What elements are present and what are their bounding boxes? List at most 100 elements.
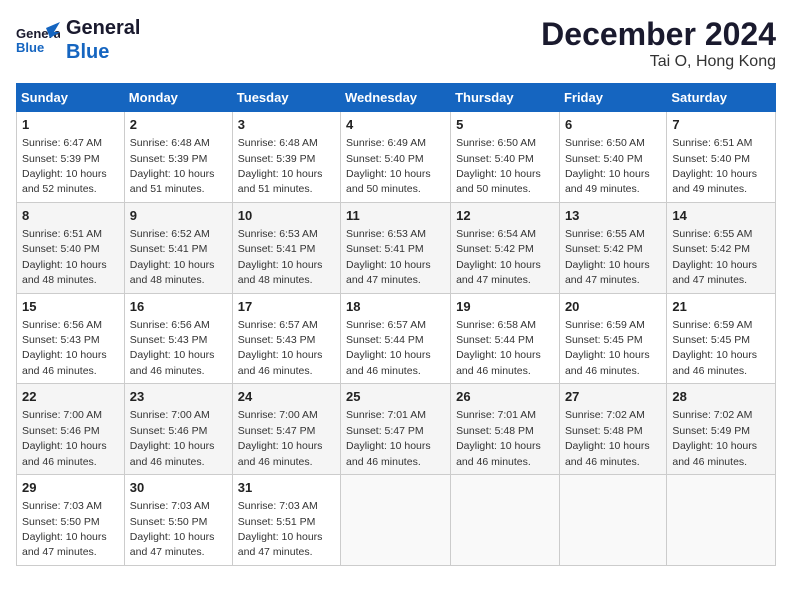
calendar-cell: [559, 475, 666, 566]
day-info: Sunrise: 6:54 AMSunset: 5:42 PMDaylight:…: [456, 228, 541, 286]
day-info: Sunrise: 6:52 AMSunset: 5:41 PMDaylight:…: [130, 228, 215, 286]
day-info: Sunrise: 7:01 AMSunset: 5:47 PMDaylight:…: [346, 409, 431, 467]
day-info: Sunrise: 6:55 AMSunset: 5:42 PMDaylight:…: [672, 228, 757, 286]
calendar-cell: 7 Sunrise: 6:51 AMSunset: 5:40 PMDaylight…: [667, 112, 776, 203]
day-number: 17: [238, 298, 335, 316]
day-number: 15: [22, 298, 119, 316]
day-number: 18: [346, 298, 445, 316]
day-info: Sunrise: 6:50 AMSunset: 5:40 PMDaylight:…: [456, 137, 541, 195]
day-info: Sunrise: 7:00 AMSunset: 5:47 PMDaylight:…: [238, 409, 323, 467]
calendar-table: SundayMondayTuesdayWednesdayThursdayFrid…: [16, 83, 776, 566]
calendar-cell: 18 Sunrise: 6:57 AMSunset: 5:44 PMDayligh…: [341, 293, 451, 384]
calendar-cell: 21Sunrise: 6:59 AMSunset: 5:45 PMDayligh…: [667, 293, 776, 384]
day-number: 27: [565, 388, 661, 406]
day-number: 21: [672, 298, 770, 316]
day-info: Sunrise: 6:59 AMSunset: 5:45 PMDaylight:…: [565, 319, 650, 377]
day-number: 1: [22, 116, 119, 134]
calendar-cell: 12 Sunrise: 6:54 AMSunset: 5:42 PMDayligh…: [451, 202, 560, 293]
calendar-cell: 30 Sunrise: 7:03 AMSunset: 5:50 PMDayligh…: [124, 475, 232, 566]
day-number: 16: [130, 298, 227, 316]
calendar-cell: 15Sunrise: 6:56 AMSunset: 5:43 PMDayligh…: [17, 293, 125, 384]
calendar-week-row: 8 Sunrise: 6:51 AMSunset: 5:40 PMDaylight…: [17, 202, 776, 293]
weekday-header-wednesday: Wednesday: [341, 84, 451, 112]
calendar-week-row: 29 Sunrise: 7:03 AMSunset: 5:50 PMDayligh…: [17, 475, 776, 566]
weekday-header-friday: Friday: [559, 84, 666, 112]
weekday-header-thursday: Thursday: [451, 84, 560, 112]
day-number: 2: [130, 116, 227, 134]
weekday-header-saturday: Saturday: [667, 84, 776, 112]
logo: General Blue General Blue: [16, 16, 140, 64]
calendar-cell: 11 Sunrise: 6:53 AMSunset: 5:41 PMDayligh…: [341, 202, 451, 293]
day-number: 11: [346, 207, 445, 225]
calendar-cell: 17 Sunrise: 6:57 AMSunset: 5:43 PMDayligh…: [232, 293, 340, 384]
location-subtitle: Tai O, Hong Kong: [541, 53, 776, 71]
logo-icon: General Blue: [16, 18, 60, 62]
calendar-cell: 6Sunrise: 6:50 AMSunset: 5:40 PMDaylight…: [559, 112, 666, 203]
calendar-cell: 4Sunrise: 6:49 AMSunset: 5:40 PMDaylight…: [341, 112, 451, 203]
calendar-cell: [341, 475, 451, 566]
day-info: Sunrise: 6:56 AMSunset: 5:43 PMDaylight:…: [130, 319, 215, 377]
day-info: Sunrise: 7:02 AMSunset: 5:48 PMDaylight:…: [565, 409, 650, 467]
calendar-cell: 8 Sunrise: 6:51 AMSunset: 5:40 PMDaylight…: [17, 202, 125, 293]
calendar-cell: 25 Sunrise: 7:01 AMSunset: 5:47 PMDayligh…: [341, 384, 451, 475]
day-number: 5: [456, 116, 554, 134]
day-number: 19: [456, 298, 554, 316]
weekday-header-tuesday: Tuesday: [232, 84, 340, 112]
day-number: 29: [22, 479, 119, 497]
calendar-cell: 24 Sunrise: 7:00 AMSunset: 5:47 PMDayligh…: [232, 384, 340, 475]
day-number: 6: [565, 116, 661, 134]
calendar-cell: [667, 475, 776, 566]
day-number: 3: [238, 116, 335, 134]
day-info: Sunrise: 7:02 AMSunset: 5:49 PMDaylight:…: [672, 409, 757, 467]
calendar-cell: [451, 475, 560, 566]
day-number: 10: [238, 207, 335, 225]
title-block: December 2024 Tai O, Hong Kong: [541, 16, 776, 71]
logo-text-general: General: [66, 16, 140, 40]
day-number: 12: [456, 207, 554, 225]
calendar-week-row: 22 Sunrise: 7:00 AMSunset: 5:46 PMDayligh…: [17, 384, 776, 475]
calendar-week-row: 1 Sunrise: 6:47 AMSunset: 5:39 PMDaylight…: [17, 112, 776, 203]
day-number: 9: [130, 207, 227, 225]
day-info: Sunrise: 6:51 AMSunset: 5:40 PMDaylight:…: [672, 137, 757, 195]
day-number: 25: [346, 388, 445, 406]
day-number: 22: [22, 388, 119, 406]
calendar-cell: 19 Sunrise: 6:58 AMSunset: 5:44 PMDayligh…: [451, 293, 560, 384]
calendar-cell: 14 Sunrise: 6:55 AMSunset: 5:42 PMDayligh…: [667, 202, 776, 293]
day-info: Sunrise: 6:55 AMSunset: 5:42 PMDaylight:…: [565, 228, 650, 286]
svg-text:Blue: Blue: [16, 40, 44, 55]
month-year-title: December 2024: [541, 16, 776, 53]
calendar-cell: 29 Sunrise: 7:03 AMSunset: 5:50 PMDayligh…: [17, 475, 125, 566]
day-number: 26: [456, 388, 554, 406]
day-number: 30: [130, 479, 227, 497]
day-number: 8: [22, 207, 119, 225]
day-info: Sunrise: 6:53 AMSunset: 5:41 PMDaylight:…: [346, 228, 431, 286]
calendar-header-row: SundayMondayTuesdayWednesdayThursdayFrid…: [17, 84, 776, 112]
day-info: Sunrise: 6:51 AMSunset: 5:40 PMDaylight:…: [22, 228, 107, 286]
calendar-cell: 5 Sunrise: 6:50 AMSunset: 5:40 PMDaylight…: [451, 112, 560, 203]
calendar-cell: 20Sunrise: 6:59 AMSunset: 5:45 PMDayligh…: [559, 293, 666, 384]
day-info: Sunrise: 7:03 AMSunset: 5:50 PMDaylight:…: [22, 500, 107, 558]
day-info: Sunrise: 7:03 AMSunset: 5:50 PMDaylight:…: [130, 500, 215, 558]
day-number: 31: [238, 479, 335, 497]
day-number: 4: [346, 116, 445, 134]
weekday-header-monday: Monday: [124, 84, 232, 112]
day-info: Sunrise: 6:47 AMSunset: 5:39 PMDaylight:…: [22, 137, 107, 195]
day-info: Sunrise: 7:03 AMSunset: 5:51 PMDaylight:…: [238, 500, 323, 558]
calendar-cell: 13Sunrise: 6:55 AMSunset: 5:42 PMDayligh…: [559, 202, 666, 293]
day-info: Sunrise: 7:00 AMSunset: 5:46 PMDaylight:…: [130, 409, 215, 467]
day-info: Sunrise: 6:57 AMSunset: 5:44 PMDaylight:…: [346, 319, 431, 377]
day-info: Sunrise: 6:57 AMSunset: 5:43 PMDaylight:…: [238, 319, 323, 377]
calendar-cell: 9 Sunrise: 6:52 AMSunset: 5:41 PMDaylight…: [124, 202, 232, 293]
day-number: 23: [130, 388, 227, 406]
day-number: 24: [238, 388, 335, 406]
calendar-cell: 31 Sunrise: 7:03 AMSunset: 5:51 PMDayligh…: [232, 475, 340, 566]
weekday-header-sunday: Sunday: [17, 84, 125, 112]
calendar-cell: 28Sunrise: 7:02 AMSunset: 5:49 PMDayligh…: [667, 384, 776, 475]
day-number: 7: [672, 116, 770, 134]
calendar-cell: 3Sunrise: 6:48 AMSunset: 5:39 PMDaylight…: [232, 112, 340, 203]
page-header: General Blue General Blue December 2024 …: [16, 16, 776, 71]
logo-text-blue: Blue: [66, 40, 140, 64]
day-number: 14: [672, 207, 770, 225]
day-info: Sunrise: 6:58 AMSunset: 5:44 PMDaylight:…: [456, 319, 541, 377]
day-info: Sunrise: 7:01 AMSunset: 5:48 PMDaylight:…: [456, 409, 541, 467]
